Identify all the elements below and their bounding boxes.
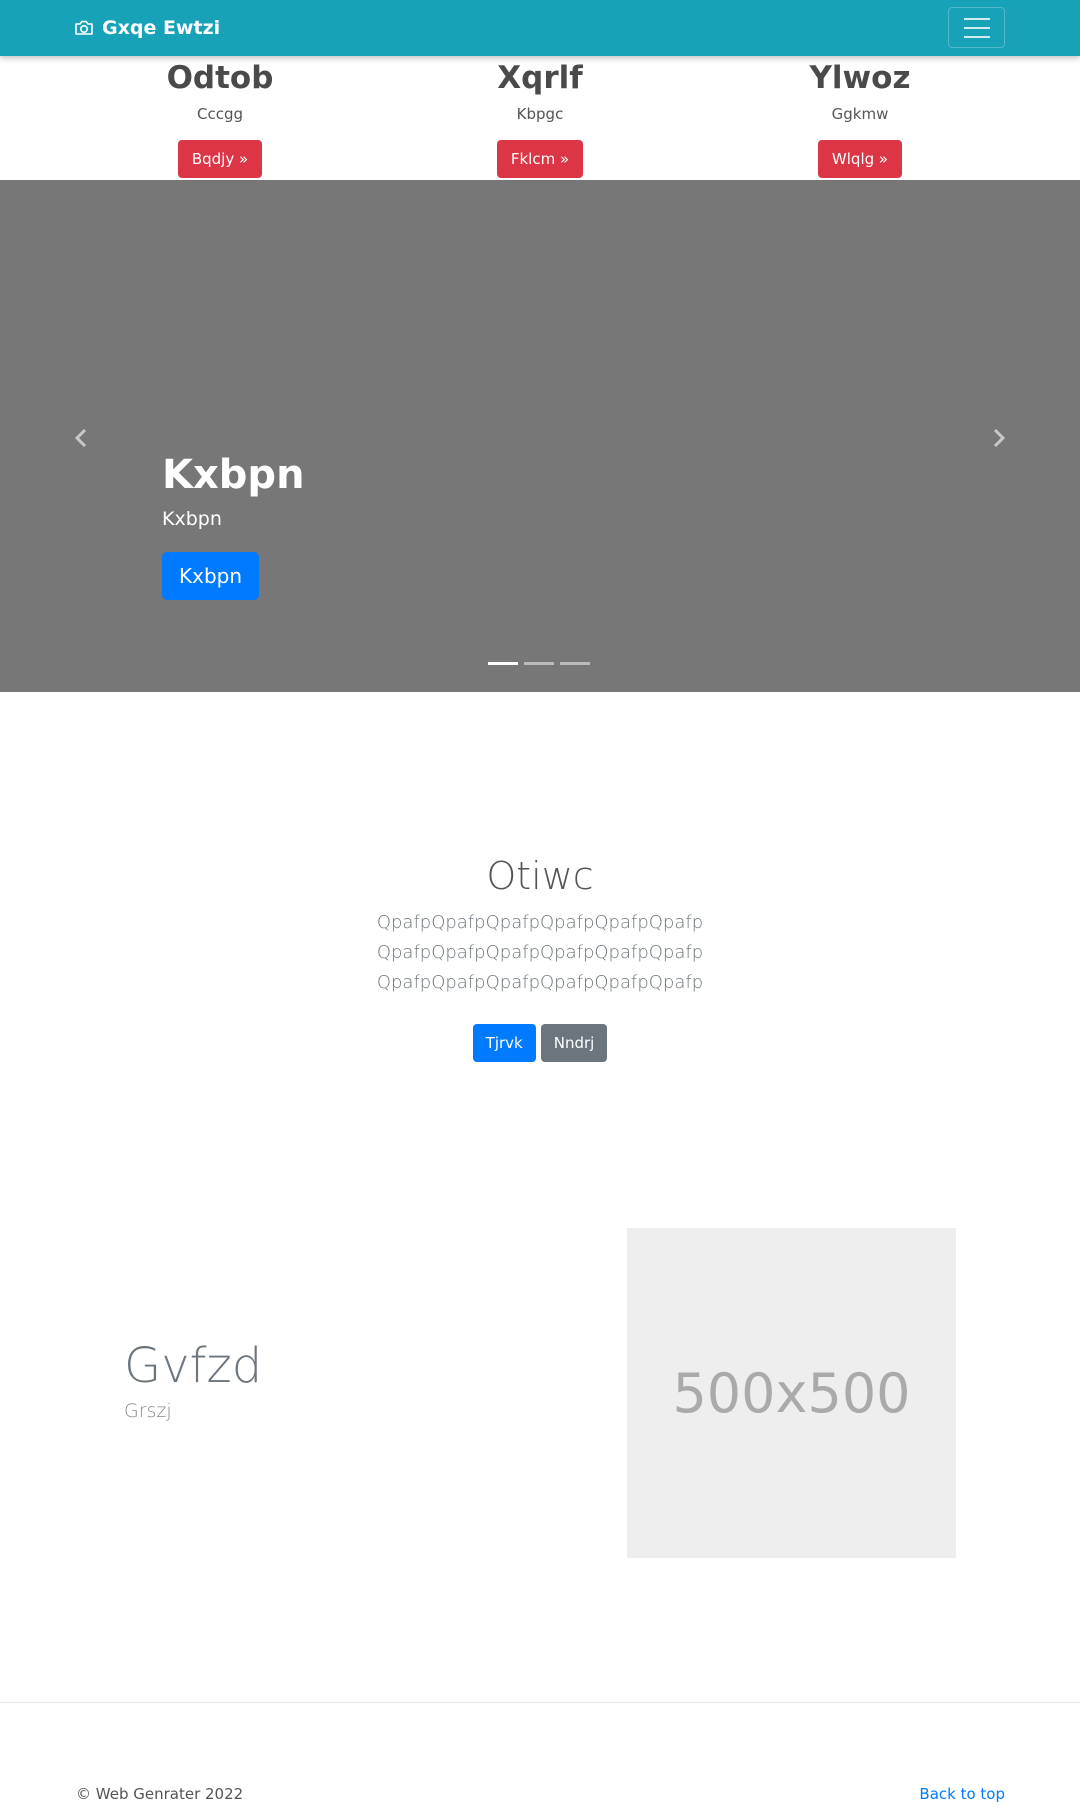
copyright-text: © Web Genrater 2022 (76, 1785, 244, 1803)
primary-button[interactable]: Tjrvk (472, 1024, 536, 1062)
carousel-prev-button[interactable] (61, 420, 101, 460)
carousel-indicator-2[interactable] (524, 662, 554, 665)
camera-icon (74, 19, 94, 37)
carousel-indicator-1[interactable] (488, 662, 518, 665)
feature-text: Ggkmw (831, 105, 889, 123)
jumbotron-buttons: Tjrvk Nndrj (0, 1024, 1080, 1062)
placeholder-label: 500x500 (672, 1361, 911, 1425)
carousel-title: Kxbpn (162, 452, 305, 498)
feature-column-1: Odtob Cccgg Bqdjy » (60, 56, 380, 178)
hero-carousel: Kxbpn Kxbpn Kxbpn (0, 180, 1080, 692)
feature-split: Gvfzd Grszj 500x500 (0, 1228, 1080, 1558)
secondary-button[interactable]: Nndrj (540, 1024, 608, 1062)
feature-text: Kbpgc (516, 105, 564, 123)
carousel-cta-button[interactable]: Kxbpn (162, 552, 260, 600)
feature-column-2: Xqrlf Kbpgc Fklcm » (380, 56, 700, 178)
featurette-heading: Gvfzd (124, 1338, 263, 1394)
feature-button[interactable]: Fklcm » (496, 140, 584, 178)
feature-title: Odtob (166, 60, 274, 96)
feature-row: Odtob Cccgg Bqdjy » Xqrlf Kbpgc Fklcm » … (0, 56, 1080, 180)
carousel-indicator-3[interactable] (560, 662, 590, 665)
brand-name: Gxqe Ewtzi (102, 17, 221, 39)
navbar-toggler-button[interactable] (948, 7, 1005, 48)
jumbotron: Otiwc QpafpQpafpQpafpQpafpQpafpQpafpQpaf… (0, 692, 1080, 1122)
chevron-right-icon (992, 428, 1006, 452)
carousel-indicators (488, 662, 590, 665)
carousel-text: Kxbpn (162, 508, 222, 530)
navbar: Gxqe Ewtzi (0, 0, 1080, 56)
placeholder-image: 500x500 (627, 1228, 956, 1558)
carousel-caption: Kxbpn Kxbpn Kxbpn (162, 450, 305, 600)
carousel-next-button[interactable] (979, 420, 1019, 460)
feature-button[interactable]: Bqdjy » (177, 140, 263, 178)
feature-text: Cccgg (196, 105, 243, 123)
feature-column-3: Ylwoz Ggkmw Wlqlg » (700, 56, 1020, 178)
jumbotron-lead: QpafpQpafpQpafpQpafpQpafpQpafpQpafpQpafp… (376, 912, 704, 993)
navbar-brand[interactable]: Gxqe Ewtzi (74, 0, 220, 56)
feature-title: Ylwoz (809, 60, 911, 96)
featurette-text: Grszj (124, 1400, 172, 1422)
feature-button[interactable]: Wlqlg » (817, 140, 903, 178)
back-to-top-link[interactable]: Back to top (919, 1785, 1005, 1803)
hamburger-icon (963, 17, 990, 20)
footer: © Web Genrater 2022 Back to top (0, 1702, 1080, 1807)
feature-title: Xqrlf (497, 60, 583, 96)
chevron-left-icon (74, 428, 88, 452)
jumbotron-title: Otiwc (486, 854, 594, 898)
